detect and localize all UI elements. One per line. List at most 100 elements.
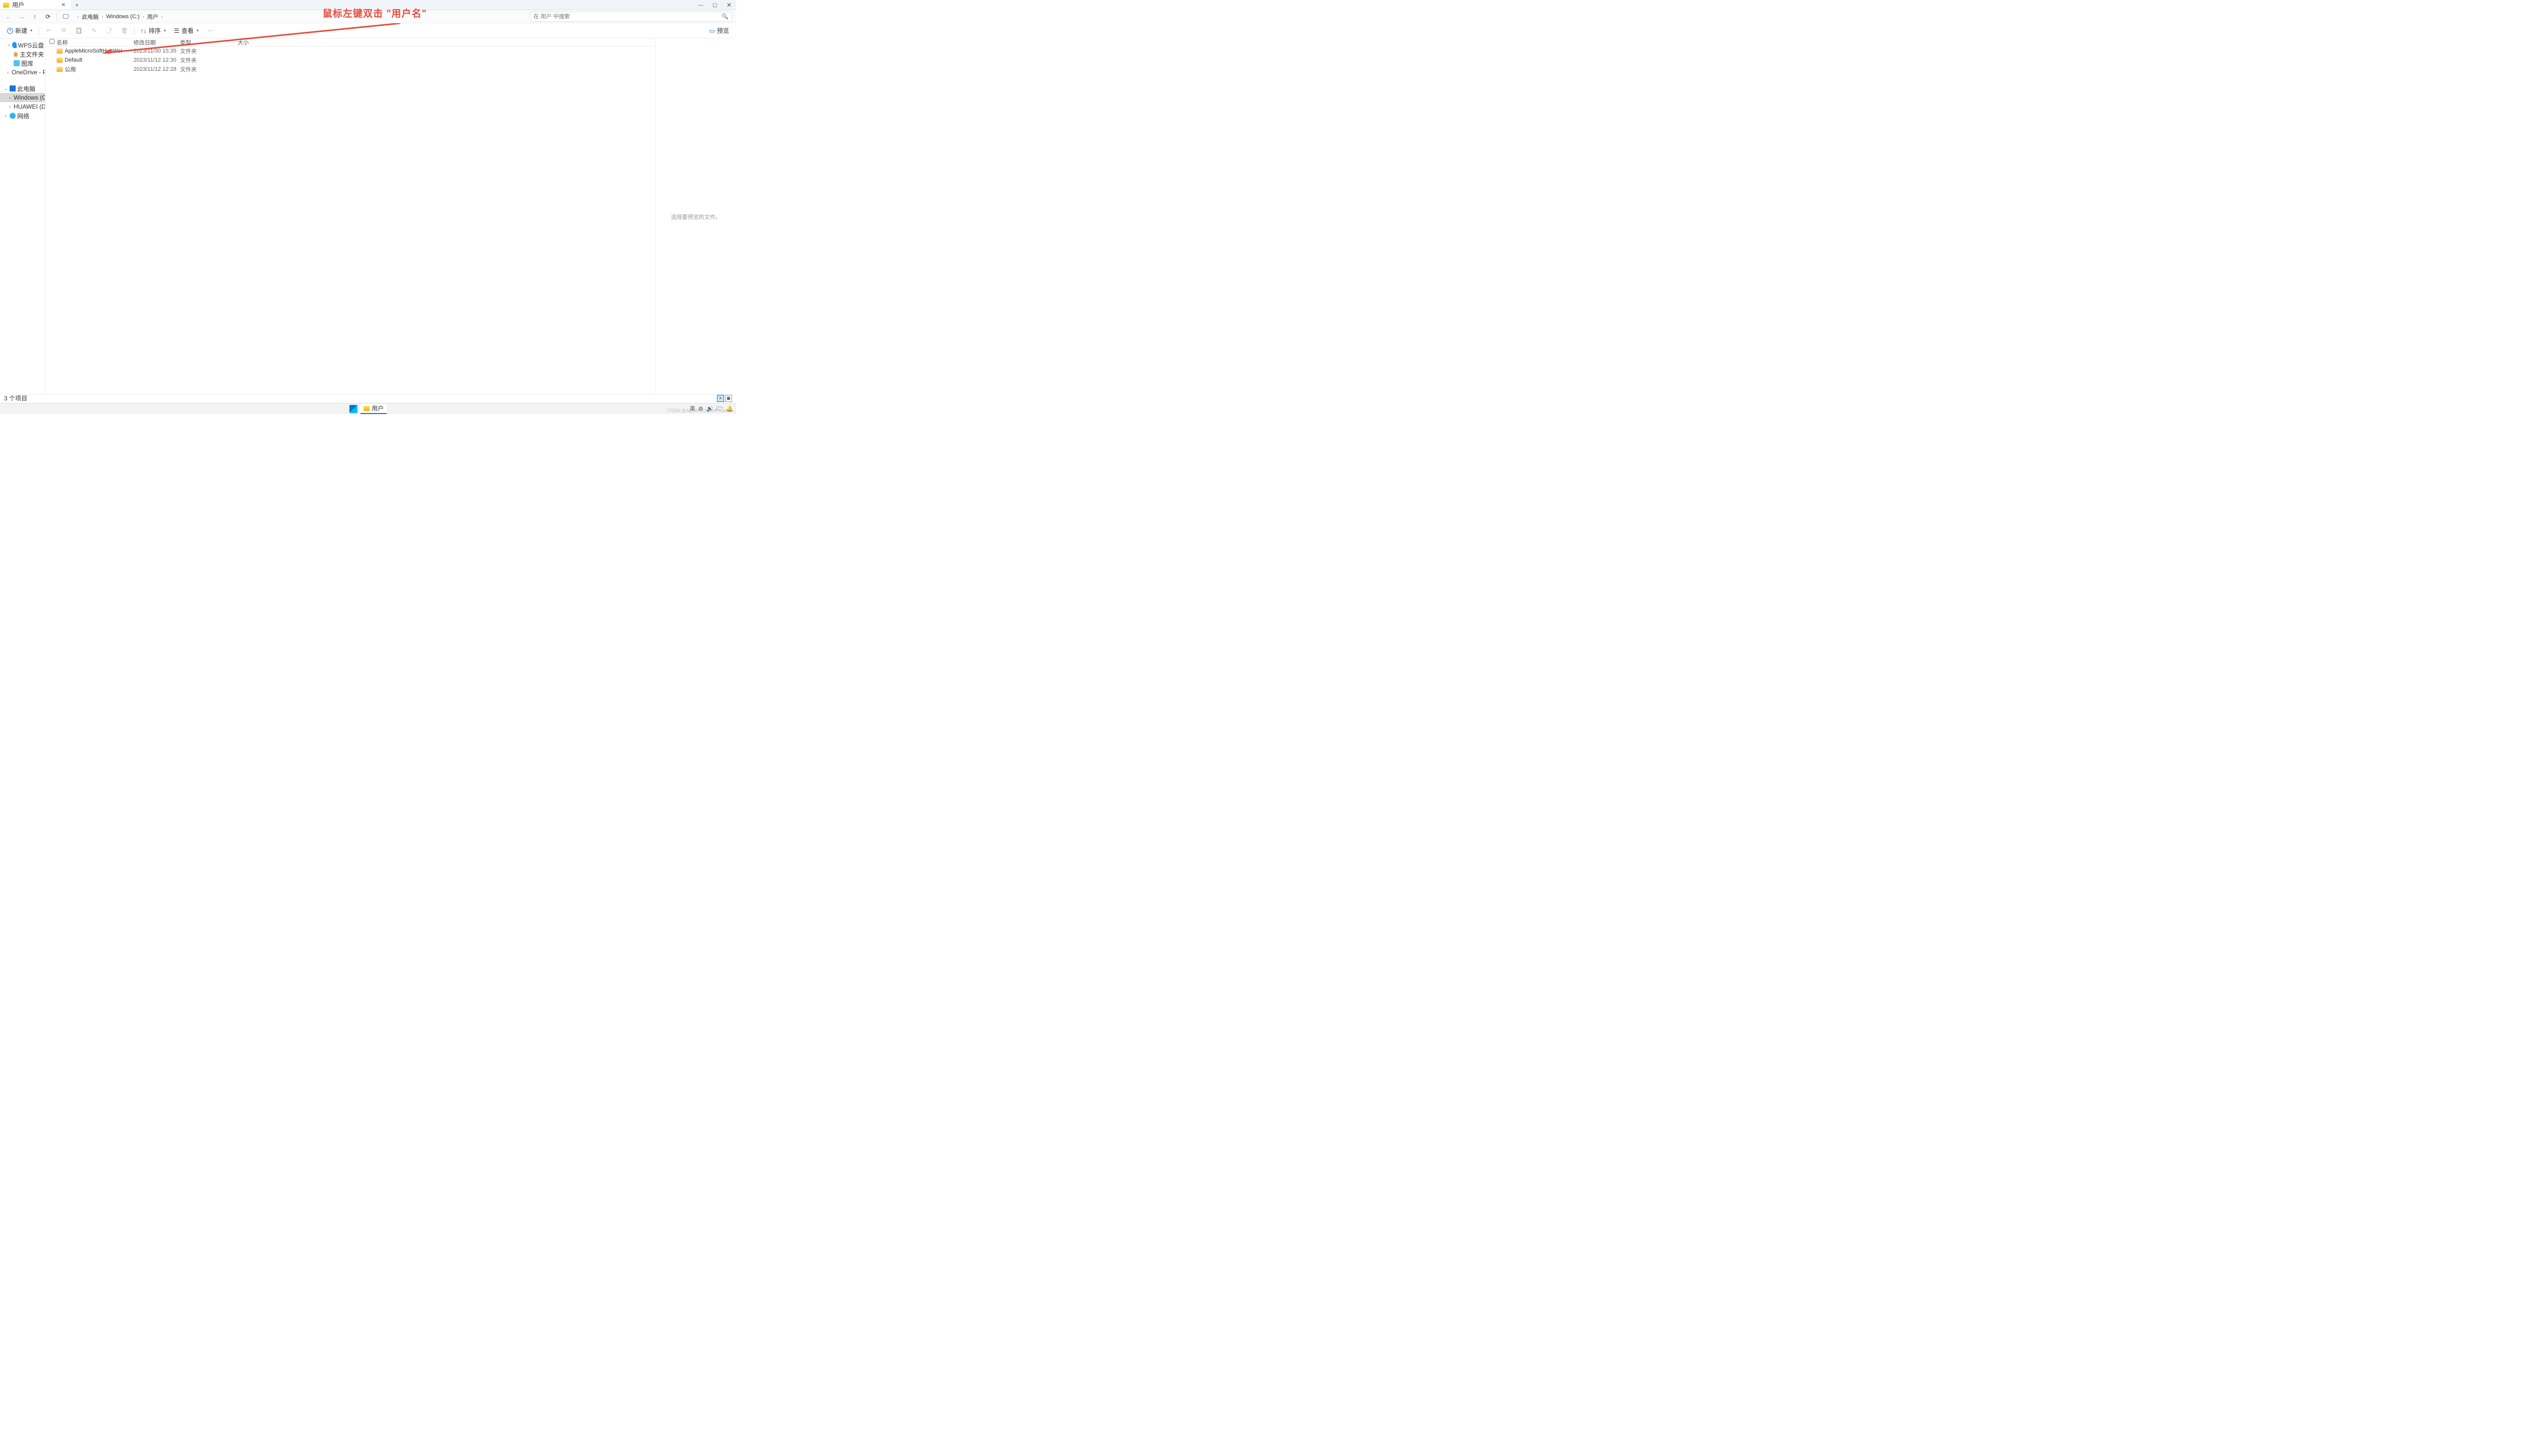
- back-button[interactable]: ←: [4, 12, 13, 21]
- sidebar-item[interactable]: › 网络: [0, 111, 45, 120]
- crumb-this-pc[interactable]: 此电脑: [80, 12, 101, 22]
- share-button[interactable]: ⤴: [103, 25, 116, 36]
- refresh-button[interactable]: ⟳: [43, 12, 53, 21]
- preview-icon: ▭: [709, 27, 715, 34]
- watermark: CSDN @AppleMicroSoftHuaWei: [667, 408, 733, 413]
- preview-message: 选择要预览的文件。: [671, 213, 721, 221]
- rename-button[interactable]: ✎: [87, 25, 101, 36]
- column-modified[interactable]: 修改日期: [133, 38, 180, 47]
- column-size[interactable]: 大小: [218, 38, 249, 47]
- column-type[interactable]: 类型: [180, 38, 218, 47]
- new-button[interactable]: + 新建 ▾: [4, 25, 35, 36]
- close-button[interactable]: ✕: [722, 0, 736, 10]
- expand-icon[interactable]: ›: [9, 104, 11, 109]
- chevron-down-icon: ▾: [197, 28, 199, 33]
- pc-icon: [10, 85, 16, 92]
- copy-button[interactable]: ⧉: [57, 25, 70, 36]
- view-label: 查看: [182, 26, 194, 35]
- expand-icon[interactable]: ›: [9, 95, 11, 100]
- crumb-users[interactable]: 用户: [145, 12, 160, 22]
- plus-icon: +: [7, 28, 13, 34]
- chevron-right-icon: ›: [102, 14, 103, 19]
- sidebar-item[interactable]: › WPS云盘: [0, 40, 45, 50]
- sidebar-item[interactable]: ›OneDrive - Person: [0, 68, 45, 77]
- sidebar-item[interactable]: ›Windows (C:): [0, 93, 45, 102]
- cloud-icon: [12, 42, 17, 48]
- sidebar-item[interactable]: ⌄ 此电脑: [0, 84, 45, 93]
- file-date: 2023/11/12 12:28: [133, 66, 180, 72]
- select-all-checkbox[interactable]: [50, 39, 57, 46]
- search-icon[interactable]: 🔍: [721, 13, 729, 20]
- new-label: 新建: [15, 26, 27, 35]
- toolbar: + 新建 ▾ ✂ ⧉ 📋 ✎ ⤴ 🗑 ↑↓ 排序 ▾ ☰ 查看 ▾ ⋯ ▭ 预览: [0, 23, 736, 38]
- view-button[interactable]: ☰ 查看 ▾: [171, 25, 202, 36]
- expand-icon[interactable]: ›: [7, 70, 9, 75]
- monitor-icon[interactable]: 🖵: [61, 12, 70, 21]
- net-icon: [10, 113, 16, 119]
- up-button[interactable]: ↑: [30, 12, 39, 21]
- expand-icon[interactable]: ⌄: [3, 86, 8, 92]
- sidebar-item-label: 此电脑: [17, 84, 35, 93]
- thumbnails-view-toggle[interactable]: ▦: [725, 395, 732, 402]
- home-icon: [13, 52, 18, 57]
- sidebar-item-label: 主文件夹: [20, 50, 44, 59]
- sidebar-item[interactable]: 主文件夹: [0, 50, 45, 59]
- sidebar-item-label: 网络: [17, 112, 29, 120]
- column-name[interactable]: 名称: [57, 38, 133, 47]
- breadcrumb: › 此电脑 › Windows (C:) › 用户 ›: [77, 12, 163, 22]
- sort-icon: ↑↓: [141, 27, 147, 34]
- start-button[interactable]: [349, 405, 357, 413]
- sort-label: 排序: [149, 26, 161, 35]
- preview-label: 预览: [717, 26, 729, 35]
- file-date: 2023/11/12 12:30: [133, 57, 180, 63]
- taskbar-explorer[interactable]: 用户: [360, 404, 387, 414]
- file-name: AppleMicroSoftHuaWei: [65, 48, 133, 54]
- search-box[interactable]: 🔍: [530, 12, 732, 22]
- tab-close-icon[interactable]: ✕: [59, 2, 68, 8]
- file-row[interactable]: 公用2023/11/12 12:28文件夹: [46, 65, 655, 74]
- details-view-toggle[interactable]: ≡: [717, 395, 724, 402]
- sidebar-item-label: WPS云盘: [18, 41, 44, 50]
- chevron-down-icon: ▾: [30, 28, 32, 33]
- sidebar-item[interactable]: ›HUAWEI (D:): [0, 102, 45, 111]
- sort-button[interactable]: ↑↓ 排序 ▾: [138, 25, 169, 36]
- search-input[interactable]: [533, 14, 721, 20]
- crumb-drive-c[interactable]: Windows (C:): [104, 13, 142, 21]
- status-bar: 3 个项目 ≡ ▦: [0, 394, 736, 402]
- status-item-count: 3 个项目: [4, 394, 27, 402]
- file-name: Default: [65, 57, 133, 63]
- paste-button[interactable]: 📋: [72, 25, 85, 36]
- chevron-down-icon: ▾: [164, 28, 166, 33]
- expand-icon[interactable]: ›: [7, 42, 11, 48]
- folder-icon: [57, 58, 63, 63]
- sidebar-item-label: HUAWEI (D:): [14, 103, 46, 110]
- annotation-text: 鼠标左键双击 "用户名": [323, 6, 427, 20]
- file-row[interactable]: AppleMicroSoftHuaWei2023/11/30 15:35文件夹: [46, 47, 655, 56]
- content-area: 名称 修改日期 类型 大小 AppleMicroSoftHuaWei2023/1…: [46, 38, 736, 395]
- folder-icon: [364, 406, 370, 411]
- list-icon: ☰: [174, 27, 179, 34]
- minimize-button[interactable]: —: [694, 0, 708, 10]
- folder-icon: [57, 49, 63, 54]
- delete-button[interactable]: 🗑: [118, 25, 131, 36]
- sidebar-item-label: Windows (C:): [14, 94, 46, 101]
- window-controls: — ▢ ✕: [694, 0, 736, 10]
- new-tab-button[interactable]: +: [71, 2, 83, 9]
- sidebar-item[interactable]: 图库: [0, 59, 45, 68]
- file-row[interactable]: Default2023/11/12 12:30文件夹: [46, 56, 655, 65]
- expand-icon[interactable]: ›: [3, 113, 8, 118]
- taskbar-explorer-label: 用户: [372, 404, 384, 413]
- cut-button[interactable]: ✂: [42, 25, 55, 36]
- lib-icon: [14, 60, 20, 66]
- forward-button[interactable]: →: [17, 12, 26, 21]
- preview-toggle[interactable]: ▭ 预览: [706, 26, 732, 35]
- tab-active[interactable]: 用户 ✕: [0, 0, 71, 10]
- more-button[interactable]: ⋯: [204, 25, 217, 36]
- sidebar-item-label: OneDrive - Person: [12, 69, 46, 76]
- maximize-button[interactable]: ▢: [708, 0, 722, 10]
- chevron-right-icon: ›: [143, 14, 144, 19]
- taskbar: 用户 英 ⚙ 🔊 🗁 🔔: [0, 403, 736, 414]
- file-list: 名称 修改日期 类型 大小 AppleMicroSoftHuaWei2023/1…: [46, 38, 655, 395]
- preview-pane: 选择要预览的文件。: [655, 38, 736, 395]
- file-date: 2023/11/30 15:35: [133, 48, 180, 54]
